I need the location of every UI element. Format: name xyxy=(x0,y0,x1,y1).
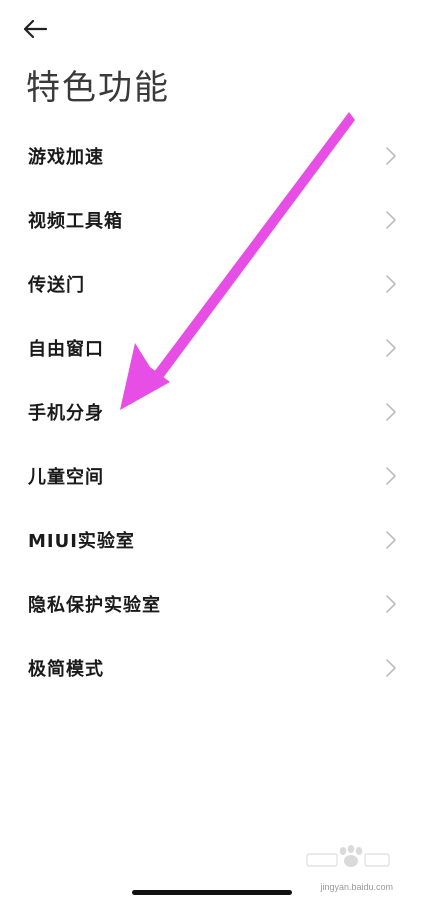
menu-item-label: 极简模式 xyxy=(28,659,104,680)
menu-item-label: 游戏加速 xyxy=(28,147,104,168)
menu-item-label: MIUI实验室 xyxy=(28,531,135,552)
baidu-paw-logo-icon xyxy=(306,845,390,867)
chevron-right-icon xyxy=(386,403,396,421)
watermark-text: jingyan.baidu.com xyxy=(320,882,393,892)
menu-item-label: 传送门 xyxy=(28,275,85,296)
menu-item-miui-lab[interactable]: MIUI实验室 xyxy=(0,508,423,572)
menu-item-game-boost[interactable]: 游戏加速 xyxy=(0,124,423,188)
chevron-right-icon xyxy=(386,339,396,357)
chevron-right-icon xyxy=(386,531,396,549)
menu-item-portal[interactable]: 传送门 xyxy=(0,252,423,316)
chevron-right-icon xyxy=(386,275,396,293)
menu-item-label: 隐私保护实验室 xyxy=(28,595,161,616)
chevron-right-icon xyxy=(386,595,396,613)
home-indicator[interactable] xyxy=(132,890,292,895)
page-title: 特色功能 xyxy=(26,68,170,108)
menu-item-kids-space[interactable]: 儿童空间 xyxy=(0,444,423,508)
menu-item-label: 视频工具箱 xyxy=(28,211,123,232)
menu-item-label: 自由窗口 xyxy=(28,339,104,360)
menu-item-label: 儿童空间 xyxy=(28,467,104,488)
menu-item-second-space[interactable]: 手机分身 xyxy=(0,380,423,444)
arrow-left-icon xyxy=(23,19,48,39)
settings-screen: 特色功能 游戏加速 视频工具箱 传送门 自由窗口 手机分身 儿童空间 MIUI实… xyxy=(0,0,423,904)
chevron-right-icon xyxy=(386,147,396,165)
chevron-right-icon xyxy=(386,211,396,229)
menu-item-privacy-lab[interactable]: 隐私保护实验室 xyxy=(0,572,423,636)
menu-item-floating-window[interactable]: 自由窗口 xyxy=(0,316,423,380)
chevron-right-icon xyxy=(386,467,396,485)
feature-menu-list: 游戏加速 视频工具箱 传送门 自由窗口 手机分身 儿童空间 MIUI实验室 隐私… xyxy=(0,124,423,700)
menu-item-video-toolbox[interactable]: 视频工具箱 xyxy=(0,188,423,252)
menu-item-label: 手机分身 xyxy=(28,403,104,424)
chevron-right-icon xyxy=(386,659,396,677)
menu-item-minimal-mode[interactable]: 极简模式 xyxy=(0,636,423,700)
back-button[interactable] xyxy=(22,12,62,46)
